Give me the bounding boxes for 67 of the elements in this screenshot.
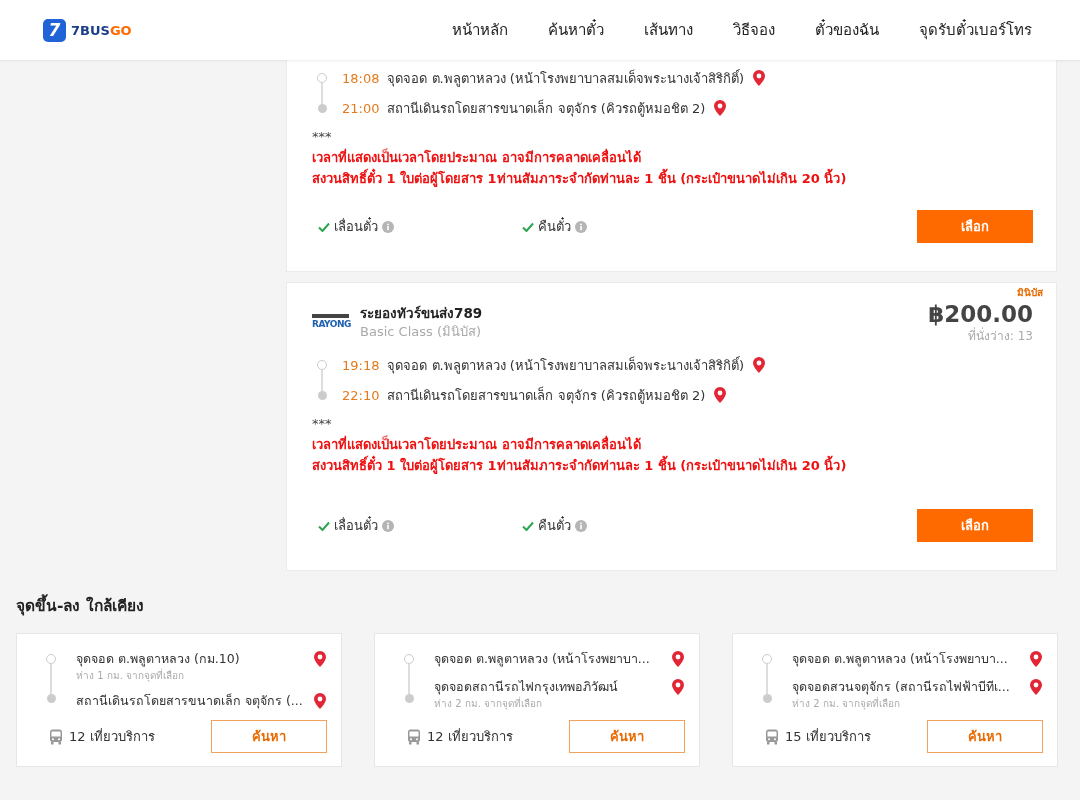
map-pin-icon <box>752 356 766 374</box>
feature-label: เลื่อนตั๋ว <box>334 216 378 236</box>
feature-label: คืนตั๋ว <box>538 515 571 535</box>
bus-icon <box>49 728 63 745</box>
nav-link[interactable]: ตั๋วของฉัน <box>795 18 899 42</box>
logo-mark[interactable]: 7 <box>43 18 66 42</box>
warning-note: เวลาที่แสดงเป็นเวลาโดยประมาณ อาจมีการคลาดเคลื่อนได้ <box>312 147 642 167</box>
feature-label: เลื่อนตั๋ว <box>334 515 378 535</box>
info-icon[interactable] <box>382 220 394 233</box>
warning-note: เวลาที่แสดงเป็นเวลาโดยประมาณ อาจมีการคลาดเคลื่อนได้ <box>312 434 642 454</box>
nav-link[interactable]: เส้นทาง <box>624 18 713 42</box>
bus-class: Basic Class (มินิบัส) <box>360 323 483 341</box>
stop-name: จุดจอดสถานีรถไฟกรุงเทพอภิวัฒน์ <box>434 678 618 696</box>
map-pin-icon <box>752 69 766 87</box>
nav-link[interactable]: หน้าหลัก <box>432 18 528 42</box>
info-icon[interactable] <box>575 220 587 233</box>
map-pin-icon <box>313 650 327 668</box>
map-pin-icon <box>671 678 685 696</box>
price: ฿200.00 <box>928 300 1033 327</box>
distance-text: ห่าง 2 กม. จากจุดที่เลือก <box>792 697 902 711</box>
timeline-drawing <box>762 654 772 703</box>
trip-count: 12 เที่ยวบริการ <box>69 727 155 746</box>
feature-label: คืนตั๋ว <box>538 216 571 236</box>
section-title: จุดขึ้น-ลง ใกล้เคียง <box>16 594 1058 618</box>
stop-name: สถานีเดินรถโดยสารขนาดเล็ก จตุจักร (คิวรถตู้หมอชิต 2) <box>387 98 706 119</box>
stop-name: จุดจอด ต.พลูตาหลวง (หน้าโรงพยาบาลสมเด็จพระนางเจ้าสิริกิติ์) <box>387 68 744 89</box>
map-pin-icon <box>713 386 728 404</box>
trip-count: 12 เที่ยวบริการ <box>427 727 513 746</box>
stop-name: จุดจอด ต.พลูตาหลวง (หน้าโรงพยาบา... <box>434 650 650 669</box>
stop-name: จุดจอด ต.พลูตาหลวง (กม.10) <box>76 650 240 668</box>
logo-text[interactable]: 7BUSGO <box>71 22 132 38</box>
timeline-drawing <box>317 360 327 400</box>
bus-icon <box>765 728 779 745</box>
note-marker: *** <box>312 128 333 146</box>
operator-logo: RAYONG <box>312 314 349 330</box>
category-label: มินิบัส <box>1017 287 1043 298</box>
nav-link[interactable]: ค้นหาตั๋ว <box>528 18 624 42</box>
stop-time: 19:18 <box>342 357 380 373</box>
info-icon[interactable] <box>575 519 587 532</box>
nav-link[interactable]: วิธีจอง <box>713 18 795 42</box>
warning-note: สงวนสิทธิ์ตั๋ว 1 ใบต่อผู้โดยสาร 1ท่านสัมภาระจำกัดท่านละ 1 ชิ้น (กระเป๋าขนาดไม่เกิน 20 นิ้ว) <box>312 168 1033 189</box>
trip-count: 15 เที่ยวบริการ <box>785 727 871 746</box>
stop-time: 21:00 <box>342 100 380 116</box>
operator-name: ระยองทัวร์ขนส่ง789 <box>360 304 483 323</box>
map-pin-icon <box>313 692 327 710</box>
map-pin-icon <box>713 99 728 117</box>
stop-name: จุดจอด ต.พลูตาหลวง (หน้าโรงพยาบา... <box>792 650 1008 669</box>
bus-icon <box>407 728 421 745</box>
nav-link[interactable]: จุดรับตั๋วเบอร์โทร <box>899 18 1052 42</box>
stop-time: 22:10 <box>342 387 380 403</box>
map-pin-icon <box>1029 650 1043 668</box>
distance-text: ห่าง 2 กม. จากจุดที่เลือก <box>434 697 544 711</box>
note-marker: *** <box>312 415 333 433</box>
warning-note: สงวนสิทธิ์ตั๋ว 1 ใบต่อผู้โดยสาร 1ท่านสัมภาระจำกัดท่านละ 1 ชิ้น (กระเป๋าขนาดไม่เกิน 20 นิ้ว) <box>312 455 1033 476</box>
stop-name: สถานีเดินรถโดยสารขนาดเล็ก จตุจักร (... <box>76 692 303 711</box>
map-pin-icon <box>1029 678 1043 696</box>
timeline-drawing <box>46 654 56 703</box>
stop-time: 18:08 <box>342 70 380 86</box>
distance-text: ห่าง 1 กม. จากจุดที่เลือก <box>76 669 186 683</box>
map-pin-icon <box>671 650 685 668</box>
timeline-drawing <box>317 73 327 113</box>
info-icon[interactable] <box>382 519 394 532</box>
seats-available: ที่นั่งว่าง: 13 <box>966 328 1033 344</box>
stop-name: จุดจอด ต.พลูตาหลวง (หน้าโรงพยาบาลสมเด็จพระนางเจ้าสิริกิติ์) <box>387 355 744 376</box>
timeline-drawing <box>404 654 414 703</box>
stop-name: สถานีเดินรถโดยสารขนาดเล็ก จตุจักร (คิวรถตู้หมอชิต 2) <box>387 385 706 406</box>
stop-name: จุดจอดสวนจตุจักร (สถานีรถไฟฟ้าบีทีเ... <box>792 678 1010 696</box>
